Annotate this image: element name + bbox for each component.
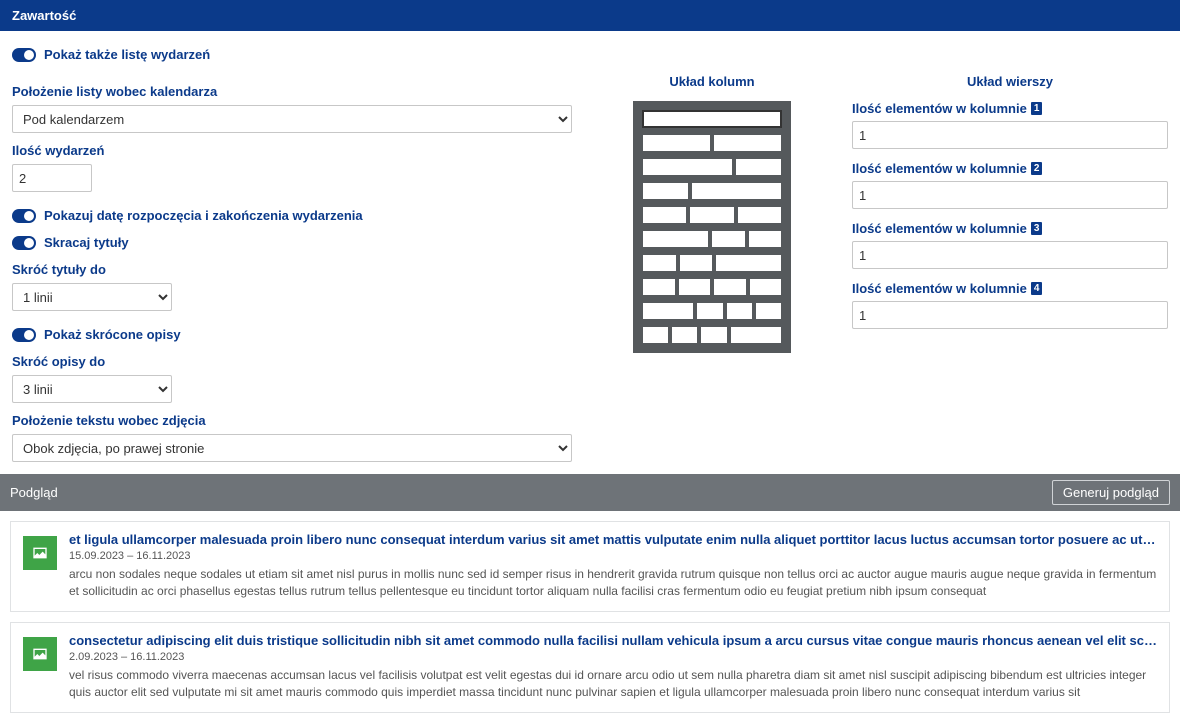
toggle-show-events-row: Pokaż także listę wydarzeń	[12, 47, 1168, 62]
layout-option-4col-a[interactable]	[643, 279, 781, 295]
toggle-truncate-titles[interactable]	[12, 236, 36, 250]
layout-option-2col-b[interactable]	[643, 159, 781, 175]
input-event-count[interactable]	[12, 164, 92, 192]
column-layout-chooser	[633, 101, 791, 353]
generate-preview-button[interactable]: Generuj podgląd	[1052, 480, 1170, 505]
toggle-truncate-titles-label: Skracaj tytuły	[44, 235, 129, 250]
mid-column: Układ kolumn	[612, 74, 812, 462]
right-column: Układ wierszy Ilość elementów w kolumnie…	[852, 74, 1168, 462]
layout-option-3col-b[interactable]	[643, 231, 781, 247]
label-list-position: Położenie listy wobec kalendarza	[12, 84, 572, 99]
select-list-position[interactable]: Pod kalendarzem	[12, 105, 572, 133]
toggle-show-dates[interactable]	[12, 209, 36, 223]
row-layout-header: Układ wierszy	[852, 74, 1168, 89]
toggle-short-desc-label: Pokaż skrócone opisy	[44, 327, 181, 342]
layout-option-3col-c[interactable]	[643, 255, 781, 271]
label-truncate-titles-to: Skróć tytuły do	[12, 262, 572, 277]
preview-item: consectetur adipiscing elit duis tristiq…	[10, 622, 1170, 713]
preview-title: Podgląd	[10, 485, 58, 500]
item-desc: vel risus commodo viverra maecenas accum…	[69, 667, 1157, 702]
label-event-count: Ilość wydarzeń	[12, 143, 572, 158]
toggle-truncate-titles-row: Skracaj tytuły	[12, 235, 572, 250]
item-dates: 2.09.2023 – 16.11.2023	[69, 651, 1157, 663]
row-count-label-3: Ilość elementów w kolumnie 3	[852, 221, 1168, 236]
layout-option-4col-b[interactable]	[643, 303, 781, 319]
layout-option-1col[interactable]	[643, 111, 781, 127]
label-text-position: Położenie tekstu wobec zdjęcia	[12, 413, 572, 428]
toggle-short-desc-row: Pokaż skrócone opisy	[12, 327, 572, 342]
layout-option-3col-a[interactable]	[643, 207, 781, 223]
item-desc: arcu non sodales neque sodales ut etiam …	[69, 566, 1157, 601]
row-count-input-1[interactable]	[852, 121, 1168, 149]
badge-3: 3	[1031, 222, 1043, 235]
toggle-show-dates-row: Pokazuj datę rozpoczęcia i zakończenia w…	[12, 208, 572, 223]
row-count-label-1: Ilość elementów w kolumnie 1	[852, 101, 1168, 116]
left-column: Położenie listy wobec kalendarza Pod kal…	[12, 74, 572, 462]
label-truncate-desc-to: Skróć opisy do	[12, 354, 572, 369]
badge-4: 4	[1031, 282, 1043, 295]
section-header: Zawartość	[0, 0, 1180, 31]
toggle-short-desc[interactable]	[12, 328, 36, 342]
section-title: Zawartość	[12, 8, 76, 23]
badge-2: 2	[1031, 162, 1043, 175]
select-truncate-desc-to[interactable]: 3 linii	[12, 375, 172, 403]
row-count-input-3[interactable]	[852, 241, 1168, 269]
select-text-position[interactable]: Obok zdjęcia, po prawej stronie	[12, 434, 572, 462]
row-count-input-4[interactable]	[852, 301, 1168, 329]
item-dates: 15.09.2023 – 16.11.2023	[69, 550, 1157, 562]
col-layout-header: Układ kolumn	[612, 74, 812, 89]
row-count-input-2[interactable]	[852, 181, 1168, 209]
item-title[interactable]: et ligula ullamcorper malesuada proin li…	[69, 532, 1157, 547]
toggle-show-events-label: Pokaż także listę wydarzeń	[44, 47, 210, 62]
toggle-show-events[interactable]	[12, 48, 36, 62]
preview-list: et ligula ullamcorper malesuada proin li…	[0, 511, 1180, 727]
badge-1: 1	[1031, 102, 1043, 115]
row-count-label-4: Ilość elementów w kolumnie 4	[852, 281, 1168, 296]
preview-item: et ligula ullamcorper malesuada proin li…	[10, 521, 1170, 612]
item-title[interactable]: consectetur adipiscing elit duis tristiq…	[69, 633, 1157, 648]
image-icon	[23, 637, 57, 671]
image-icon	[23, 536, 57, 570]
layout-option-4col-c[interactable]	[643, 327, 781, 343]
preview-bar: Podgląd Generuj podgląd	[0, 474, 1180, 511]
select-truncate-titles-to[interactable]: 1 linii	[12, 283, 172, 311]
toggle-show-dates-label: Pokazuj datę rozpoczęcia i zakończenia w…	[44, 208, 363, 223]
layout-option-2col-c[interactable]	[643, 183, 781, 199]
row-count-label-2: Ilość elementów w kolumnie 2	[852, 161, 1168, 176]
layout-option-2col-a[interactable]	[643, 135, 781, 151]
